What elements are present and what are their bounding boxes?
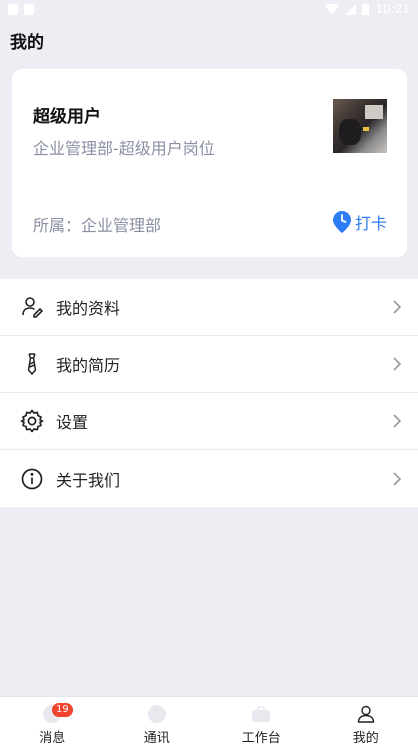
contacts-icon xyxy=(146,703,168,725)
tab-label: 通讯 xyxy=(143,731,170,746)
status-right: 10:21 xyxy=(325,2,410,16)
profile-edit-icon xyxy=(20,295,44,319)
profile-card[interactable]: 超级用户 企业管理部-超级用户岗位 所属：企业管理部 打卡 xyxy=(12,69,407,257)
wifi-icon xyxy=(325,3,340,15)
menu-item-my-resume[interactable]: 我的简历 xyxy=(0,336,418,393)
battery-icon xyxy=(362,3,370,15)
download-notification-icon xyxy=(24,3,34,15)
user-name: 超级用户 xyxy=(33,107,101,127)
status-left xyxy=(8,3,34,15)
person-icon xyxy=(355,703,377,725)
tab-contacts[interactable]: 通讯 xyxy=(105,697,210,750)
tab-mine[interactable]: 我的 xyxy=(314,697,418,750)
bottom-tab-bar: 19 消息 通讯 工作台 我的 xyxy=(0,696,418,750)
menu-label: 关于我们 xyxy=(56,470,121,490)
chevron-right-icon xyxy=(393,357,402,371)
chevron-right-icon xyxy=(393,414,402,428)
department-line: 所属：企业管理部 xyxy=(33,216,162,235)
tab-messages[interactable]: 19 消息 xyxy=(0,697,105,750)
tab-workbench[interactable]: 工作台 xyxy=(209,697,314,750)
info-icon xyxy=(20,467,44,491)
tab-label: 消息 xyxy=(39,731,66,746)
tie-icon xyxy=(20,352,44,376)
user-position: 企业管理部-超级用户岗位 xyxy=(33,139,215,158)
gear-icon xyxy=(20,409,44,433)
menu-list: 我的资料 我的简历 设置 关于我们 xyxy=(0,279,418,507)
menu-item-about-us[interactable]: 关于我们 xyxy=(0,450,418,507)
menu-label: 我的资料 xyxy=(56,299,121,318)
tab-label: 我的 xyxy=(352,731,379,746)
status-time: 10:21 xyxy=(375,2,410,16)
clock-in-label: 打卡 xyxy=(354,214,387,233)
avatar[interactable] xyxy=(333,99,387,153)
chevron-right-icon xyxy=(393,471,402,486)
page-title: 我的 xyxy=(10,33,44,53)
tab-label: 工作台 xyxy=(241,731,281,746)
workbench-icon xyxy=(250,703,272,725)
menu-label: 设置 xyxy=(56,413,89,432)
status-bar: 10:21 xyxy=(0,0,418,18)
menu-item-settings[interactable]: 设置 xyxy=(0,393,418,450)
signal-icon xyxy=(345,3,357,15)
chevron-right-icon xyxy=(393,300,402,314)
clock-in-button[interactable]: 打卡 xyxy=(332,210,387,234)
menu-item-my-profile[interactable]: 我的资料 xyxy=(0,279,418,336)
gallery-notification-icon xyxy=(8,3,18,15)
menu-label: 我的简历 xyxy=(56,356,121,375)
unread-badge: 19 xyxy=(52,703,73,717)
location-clock-icon xyxy=(332,211,351,233)
